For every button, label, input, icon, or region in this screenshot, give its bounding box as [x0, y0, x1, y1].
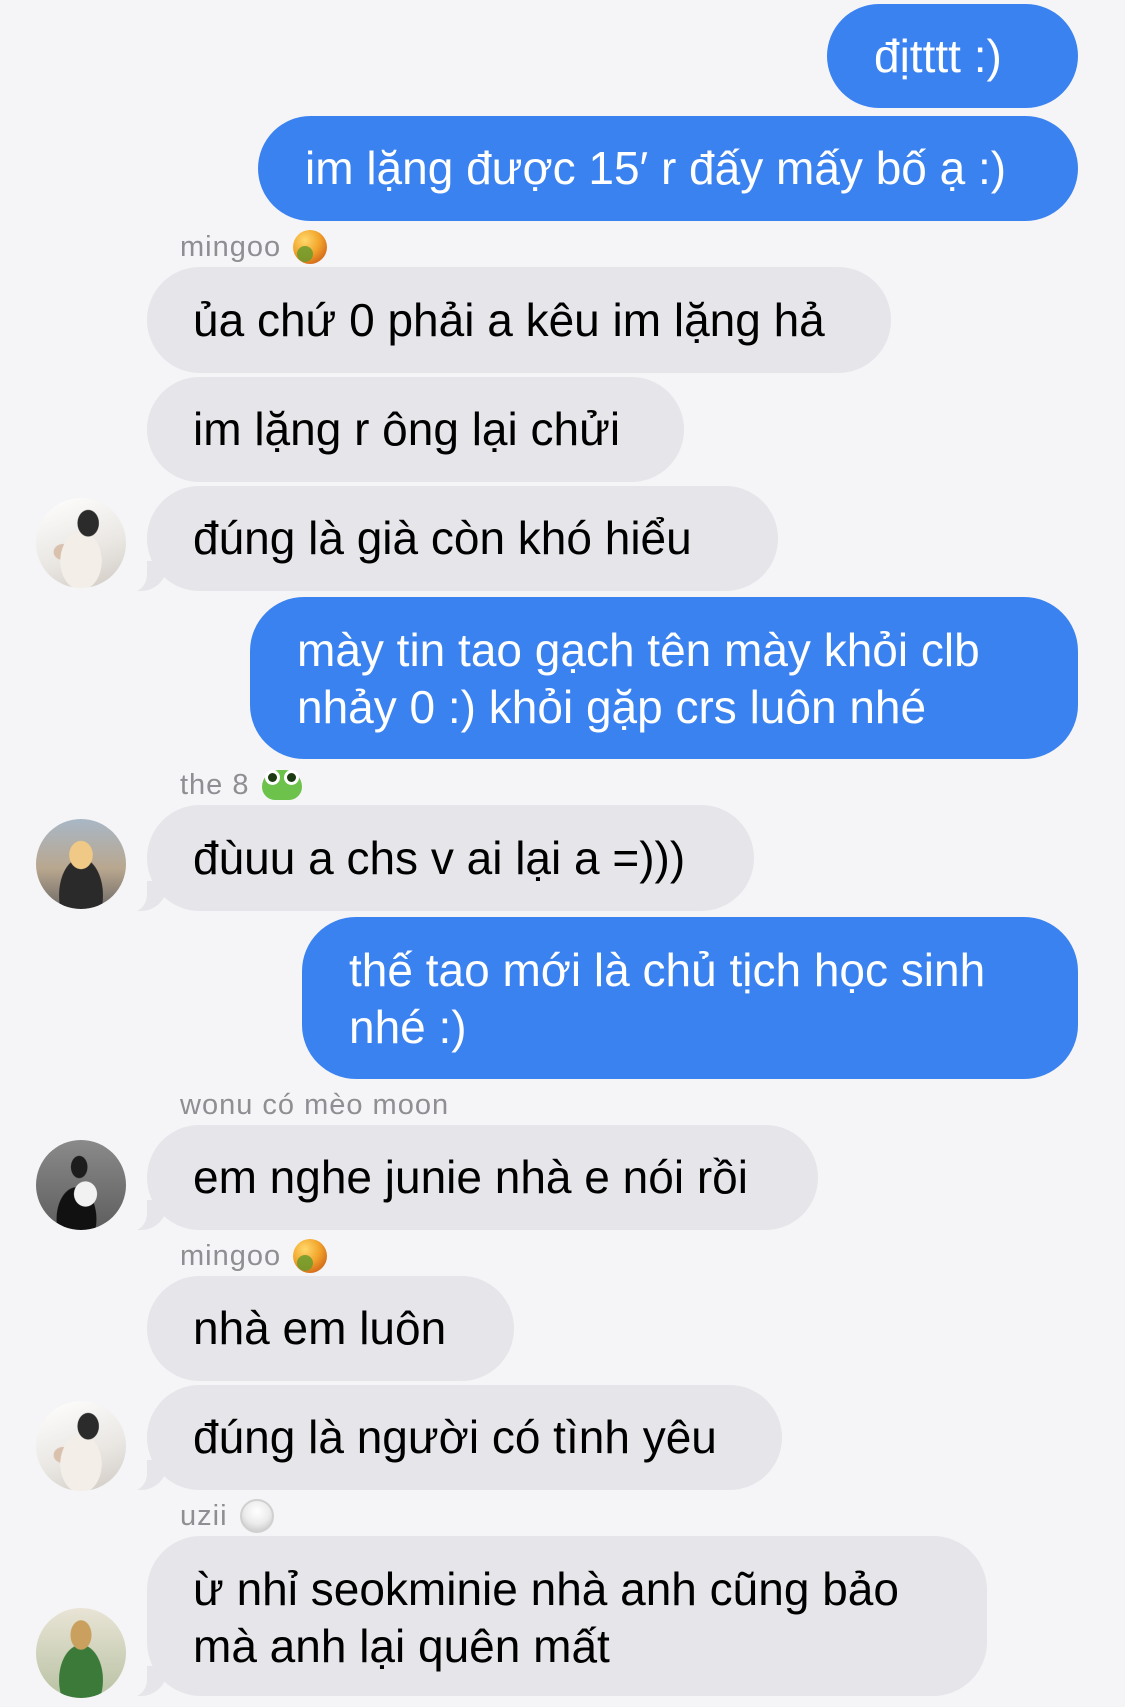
sender-label: uzii [180, 1499, 228, 1532]
avatar-wonu[interactable] [36, 1140, 126, 1230]
sender-name: mingoo [180, 227, 328, 267]
message-text-line: mày tin tao gạch tên mày khỏi clb [297, 624, 980, 676]
incoming-message[interactable]: đúng là người có tình yêu [117, 1385, 782, 1492]
sender-name: uzii [180, 1496, 274, 1536]
mango-icon [293, 230, 328, 264]
message-text-line: nhé :) [349, 1001, 467, 1053]
avatar-mingoo[interactable] [36, 498, 126, 588]
outgoing-message[interactable]: địtttt :) [827, 4, 1078, 108]
message-text-line: thế tao mới là chủ tịch học sinh [349, 944, 986, 996]
message-text-line: ừ nhỉ seokminie nhà anh cũng bảo [193, 1563, 899, 1615]
message-text: im lặng được 15′ r đấy mấy bố ạ :) [305, 142, 1007, 194]
incoming-message[interactable]: em nghe junie nhà e nói rồi [117, 1125, 818, 1232]
sender-label: wonu có mèo moon [180, 1088, 450, 1121]
incoming-message[interactable]: đùuu a chs v ai lại a =))) [117, 805, 754, 913]
chat-thread: địtttt :) im lặng được 15′ r đấy mấy bố … [0, 0, 1125, 1707]
avatar-the8[interactable] [36, 819, 126, 909]
avatar-mingoo[interactable] [36, 1401, 126, 1491]
incoming-message[interactable]: nhà em luôn [147, 1276, 514, 1381]
sender-label: the 8 [180, 768, 250, 801]
sender-label: mingoo [180, 1239, 282, 1272]
message-text: im lặng r ông lại chửi [193, 403, 621, 455]
sender-name: mingoo [180, 1236, 328, 1276]
message-text: nhà em luôn [193, 1302, 447, 1354]
outgoing-message[interactable]: thế tao mới là chủ tịch học sinh nhé :) [302, 917, 1078, 1079]
sender-name: wonu có mèo moon [180, 1085, 449, 1125]
sender-name: the 8 [180, 765, 302, 805]
message-text: địtttt :) [874, 29, 1002, 82]
message-text-line: nhảy 0 :) khỏi gặp crs luôn nhé [297, 681, 927, 733]
mango-icon [293, 1239, 328, 1273]
outgoing-message[interactable]: mày tin tao gạch tên mày khỏi clb nhảy 0… [250, 597, 1078, 759]
outgoing-message[interactable]: im lặng được 15′ r đấy mấy bố ạ :) [258, 116, 1078, 221]
frog-icon [261, 770, 302, 800]
message-text-line: mà anh lại quên mất [193, 1620, 610, 1672]
rice-icon [239, 1499, 274, 1533]
incoming-message[interactable]: im lặng r ông lại chửi [147, 377, 684, 482]
incoming-message[interactable]: ừ nhỉ seokminie nhà anh cũng bảo mà anh … [117, 1536, 987, 1698]
message-text: đùuu a chs v ai lại a =))) [193, 831, 686, 884]
message-text: đúng là người có tình yêu [193, 1411, 717, 1463]
message-text: đúng là già còn khó hiểu [193, 512, 692, 564]
avatar-uzii[interactable] [36, 1608, 126, 1698]
message-text: ủa chứ 0 phải a kêu im lặng hả [193, 293, 825, 346]
incoming-message[interactable]: ủa chứ 0 phải a kêu im lặng hả [147, 267, 891, 373]
incoming-message[interactable]: đúng là già còn khó hiểu [117, 486, 778, 593]
message-text: em nghe junie nhà e nói rồi [193, 1151, 748, 1203]
sender-label: mingoo [180, 230, 282, 263]
